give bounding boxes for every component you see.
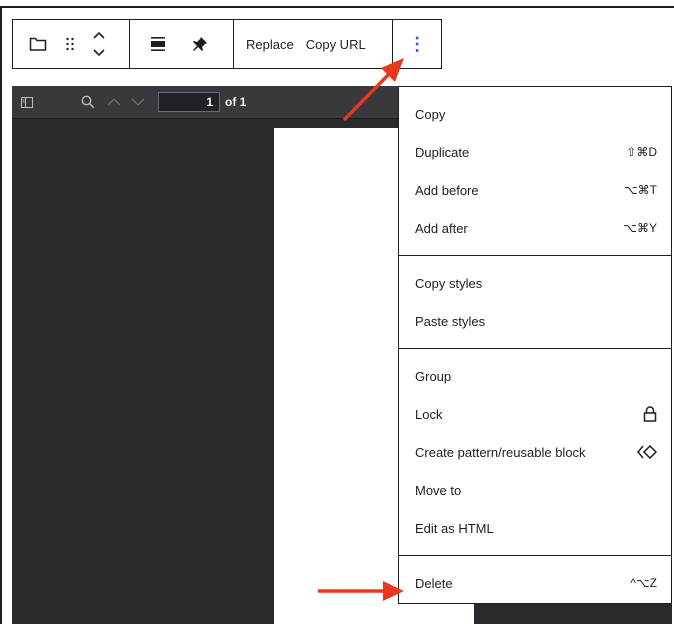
- previous-page-icon[interactable]: [106, 94, 122, 110]
- menu-item-shortcut: ⌥⌘Y: [623, 221, 657, 235]
- toolbar-group-options: ⋮: [393, 20, 441, 68]
- page-number-input[interactable]: 1: [158, 92, 220, 112]
- block-toolbar: Replace Copy URL ⋮: [12, 19, 442, 69]
- menu-item-label: Copy styles: [415, 275, 483, 291]
- menu-item-shortcut: ^⌥Z: [630, 576, 657, 590]
- pin-icon[interactable]: [189, 33, 211, 55]
- sidebar-toggle-icon[interactable]: [20, 95, 34, 109]
- menu-item-group[interactable]: Group: [399, 357, 671, 395]
- menu-item-shortcut: ⌥⌘T: [623, 183, 657, 197]
- menu-item-lock[interactable]: Lock: [399, 395, 671, 433]
- lock-icon: [643, 406, 657, 422]
- align-icon[interactable]: [147, 33, 169, 55]
- menu-item-label: Paste styles: [415, 313, 486, 329]
- menu-item-delete[interactable]: Delete ^⌥Z: [399, 564, 671, 602]
- menu-item-label: Duplicate: [415, 144, 470, 160]
- menu-item-label: Lock: [415, 406, 443, 422]
- menu-item-duplicate[interactable]: Duplicate ⇧⌘D: [399, 133, 671, 171]
- move-up-down-icon[interactable]: [89, 28, 109, 60]
- menu-item-label: Delete: [415, 575, 453, 591]
- menu-item-paste-styles[interactable]: Paste styles: [399, 302, 671, 340]
- menu-item-label: Copy: [415, 106, 446, 122]
- menu-section: Group Lock Create pattern/reusable block…: [399, 349, 671, 556]
- toolbar-group-actions: Replace Copy URL: [234, 20, 394, 68]
- menu-item-add-after[interactable]: Add after ⌥⌘Y: [399, 209, 671, 247]
- search-icon[interactable]: [80, 94, 96, 110]
- drag-handle-icon[interactable]: [61, 33, 79, 55]
- menu-section: Copy styles Paste styles: [399, 256, 671, 349]
- folder-icon[interactable]: [27, 33, 49, 55]
- menu-item-label: Create pattern/reusable block: [415, 444, 586, 460]
- pattern-icon: [637, 445, 657, 459]
- menu-item-label: Add before: [415, 182, 479, 198]
- options-icon[interactable]: ⋮: [408, 35, 426, 53]
- replace-button[interactable]: Replace: [246, 37, 294, 52]
- menu-item-label: Move to: [415, 482, 462, 498]
- menu-item-label: Add after: [415, 220, 468, 236]
- next-page-icon[interactable]: [130, 94, 146, 110]
- block-options-menu: Copy Duplicate ⇧⌘D Add before ⌥⌘T Add af…: [398, 86, 672, 604]
- menu-item-shortcut: ⇧⌘D: [626, 145, 657, 159]
- page-count: of 1: [225, 95, 247, 109]
- menu-item-label: Edit as HTML: [415, 520, 494, 536]
- menu-item-create-pattern[interactable]: Create pattern/reusable block: [399, 433, 671, 471]
- menu-item-copy[interactable]: Copy: [399, 95, 671, 133]
- toolbar-group-align: [130, 20, 235, 68]
- menu-section: Delete ^⌥Z: [399, 556, 671, 610]
- menu-item-add-before[interactable]: Add before ⌥⌘T: [399, 171, 671, 209]
- copy-url-button[interactable]: Copy URL: [306, 37, 366, 52]
- menu-item-label: Group: [415, 368, 452, 384]
- menu-item-edit-as-html[interactable]: Edit as HTML: [399, 509, 671, 547]
- toolbar-group-block: [13, 20, 131, 68]
- menu-item-move-to[interactable]: Move to: [399, 471, 671, 509]
- menu-item-copy-styles[interactable]: Copy styles: [399, 264, 671, 302]
- menu-section: Copy Duplicate ⇧⌘D Add before ⌥⌘T Add af…: [399, 87, 671, 256]
